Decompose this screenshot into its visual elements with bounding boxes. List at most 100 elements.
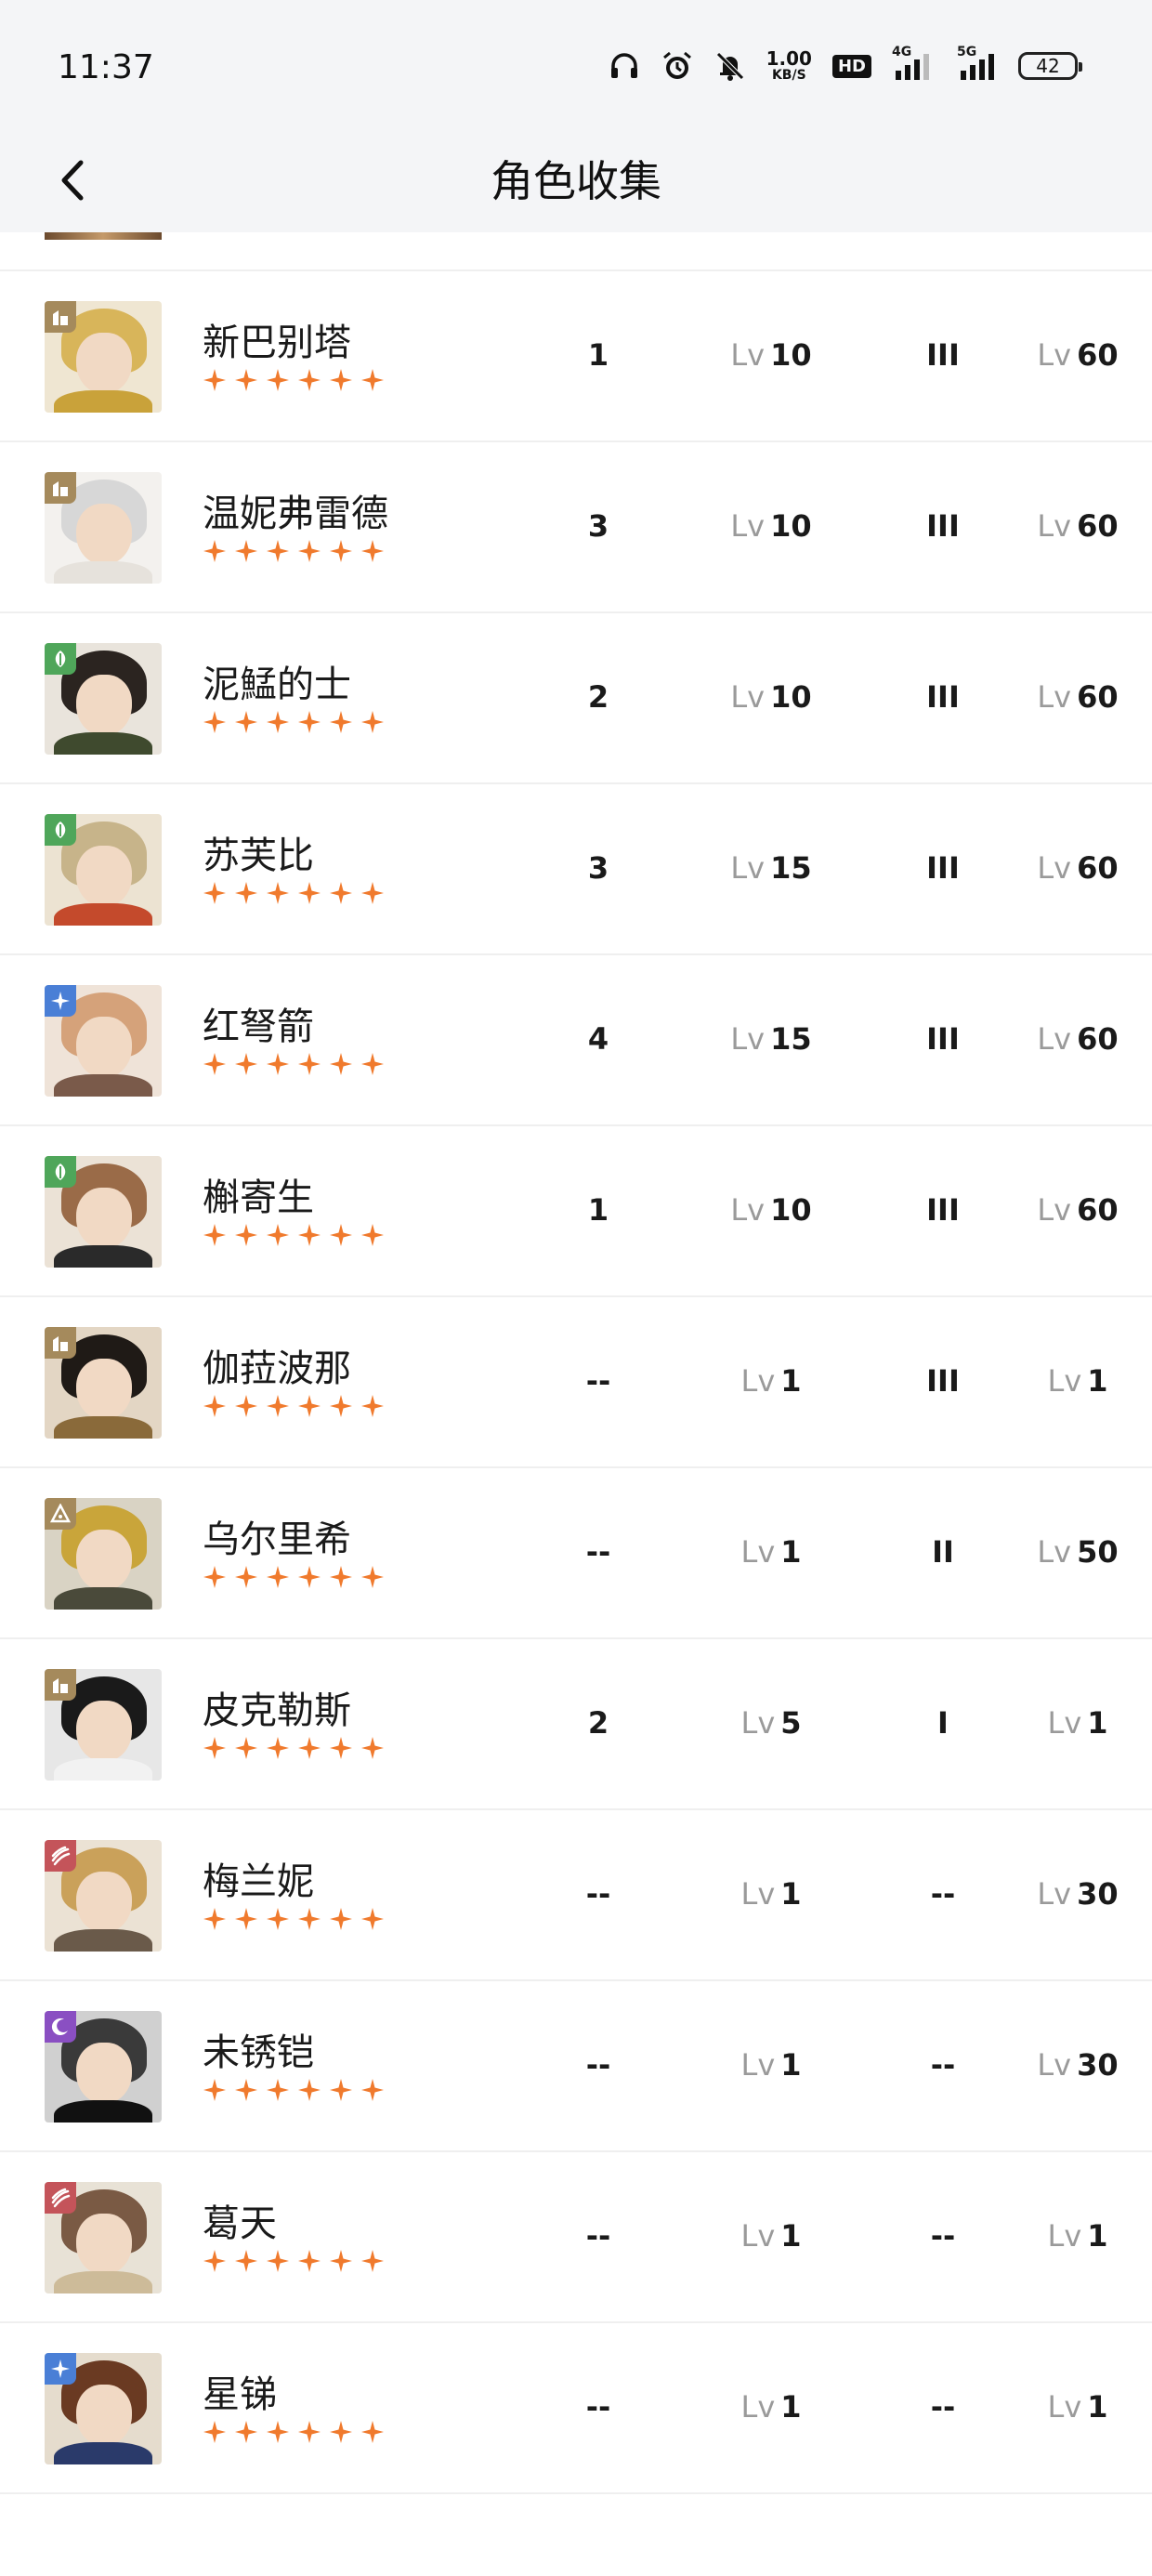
star-icon (203, 1394, 227, 1418)
avatar-face (76, 2214, 132, 2275)
character-row[interactable]: 乌尔里希 -- Lv 1 II Lv 50 (0, 1468, 1152, 1639)
level-value: Lv 1 (706, 2381, 836, 2433)
star-icon (203, 2249, 227, 2273)
character-row[interactable]: 新巴别塔 1 Lv 10 III Lv 60 (0, 271, 1152, 442)
character-name: 伽菈波那 (203, 1347, 351, 1390)
avatar-face (76, 1530, 132, 1591)
star-icon (329, 2078, 353, 2102)
character-row[interactable]: 未锈铠 -- Lv 1 -- Lv 30 (0, 1981, 1152, 2152)
level-value: Lv 10 (706, 671, 836, 723)
max-level-value: Lv 50 (1013, 1526, 1143, 1578)
character-row[interactable]: 泥鯭的士 2 Lv 10 III Lv 60 (0, 613, 1152, 784)
star-icon (297, 2249, 321, 2273)
building-icon (45, 1327, 76, 1359)
star-rating (203, 1394, 385, 1418)
partial-list-item (0, 232, 1152, 271)
character-avatar (45, 301, 162, 413)
max-level-value: Lv 1 (1013, 2381, 1143, 2433)
character-row[interactable]: 红弩箭 4 Lv 15 III Lv 60 (0, 955, 1152, 1126)
star-icon (297, 1907, 321, 1931)
avatar-face (76, 675, 132, 736)
level-number: 1 (780, 2047, 802, 2083)
level-value: Lv 10 (706, 1184, 836, 1236)
avatar-face (76, 504, 132, 565)
rank-value: III (926, 850, 960, 886)
star-icon (234, 368, 258, 392)
star-icon (203, 881, 227, 905)
status-bar: 11:37 1.00 KB/S HD 4G 5G 42 (0, 0, 1152, 130)
star-icon (329, 1907, 353, 1931)
avatar-body (54, 2442, 152, 2464)
character-avatar (45, 2353, 162, 2464)
level-number: 1 (1087, 2389, 1108, 2425)
character-row[interactable]: 葛天 -- Lv 1 -- Lv 1 (0, 2152, 1152, 2323)
character-row[interactable]: 梅兰妮 -- Lv 1 -- Lv 30 (0, 1810, 1152, 1981)
character-name: 槲寄生 (203, 1176, 314, 1219)
star-icon (266, 1736, 290, 1760)
level-number: 60 (1077, 850, 1119, 886)
stat-col-1: -- (585, 1876, 611, 1912)
star-icon (234, 710, 258, 734)
star-icon (329, 710, 353, 734)
level-number: 1 (780, 2389, 802, 2425)
level-prefix: Lv (740, 1876, 776, 1912)
rank-value: I (937, 1705, 949, 1741)
character-row[interactable]: 星锑 -- Lv 1 -- Lv 1 (0, 2323, 1152, 2494)
star-icon (203, 1736, 227, 1760)
star-icon (329, 2420, 353, 2444)
star-rating (203, 881, 385, 905)
level-number: 15 (770, 850, 812, 886)
character-avatar (45, 1840, 162, 1952)
star-icon (266, 1052, 290, 1076)
level-prefix: Lv (730, 1192, 766, 1228)
star-icon (297, 1223, 321, 1247)
net-5g-label: 5G (957, 45, 977, 59)
level-number: 30 (1077, 2047, 1119, 2083)
star-rating (203, 2420, 385, 2444)
leaf-icon (45, 814, 76, 846)
level-number: 60 (1077, 508, 1119, 544)
level-prefix: Lv (740, 1363, 776, 1399)
star-icon (266, 368, 290, 392)
stat-col-1: -- (585, 2218, 611, 2254)
max-level-value: Lv 60 (1013, 842, 1143, 894)
max-level-value: Lv 60 (1013, 671, 1143, 723)
level-prefix: Lv (1037, 1021, 1072, 1057)
star-rating (203, 710, 385, 734)
level-prefix: Lv (1037, 1534, 1072, 1570)
character-avatar (45, 1669, 162, 1781)
character-name: 温妮弗雷德 (203, 493, 388, 535)
character-row[interactable]: 槲寄生 1 Lv 10 III Lv 60 (0, 1126, 1152, 1297)
avatar-face (76, 333, 132, 394)
star-icon (360, 368, 385, 392)
star-icon (360, 539, 385, 563)
level-number: 50 (1077, 1534, 1119, 1570)
character-name: 乌尔里希 (203, 1518, 351, 1561)
hd-icon: HD (831, 54, 871, 78)
star-icon (203, 539, 227, 563)
rank-value: III (926, 1363, 960, 1399)
star-icon (360, 1052, 385, 1076)
star-icon (234, 2078, 258, 2102)
character-row[interactable]: 温妮弗雷德 3 Lv 10 III Lv 60 (0, 442, 1152, 613)
star-icon (203, 1223, 227, 1247)
character-row[interactable]: 苏芙比 3 Lv 15 III Lv 60 (0, 784, 1152, 955)
star-icon (266, 2420, 290, 2444)
character-row[interactable]: 皮克勒斯 2 Lv 5 I Lv 1 (0, 1639, 1152, 1810)
avatar-face (76, 2043, 132, 2104)
star-icon (297, 881, 321, 905)
avatar-face (76, 1872, 132, 1933)
character-avatar (45, 2011, 162, 2123)
level-prefix: Lv (740, 1534, 776, 1570)
level-prefix: Lv (730, 337, 766, 373)
star-rating (203, 1565, 385, 1589)
avatar-body (54, 732, 152, 755)
character-list: 新巴别塔 1 Lv 10 III Lv 60 温妮弗雷德 3 Lv 10 III Lv 60 泥鯭的士 2 Lv… (0, 271, 1152, 2494)
rank-value: -- (930, 2389, 956, 2425)
rank-value: II (932, 1534, 954, 1570)
character-row[interactable]: 伽菈波那 -- Lv 1 III Lv 1 (0, 1297, 1152, 1468)
max-level-value: Lv 30 (1013, 1868, 1143, 1920)
stat-col-1: -- (585, 2389, 611, 2425)
headphones-icon (609, 50, 640, 82)
star-icon (329, 1052, 353, 1076)
